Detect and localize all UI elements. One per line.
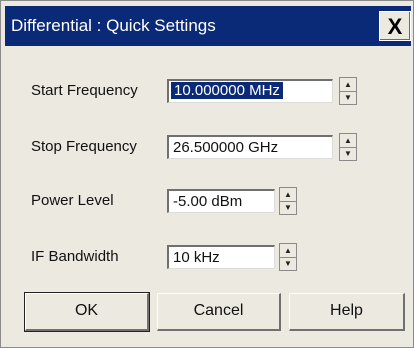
up-arrow-icon[interactable]: ▲ xyxy=(340,134,356,148)
ok-button[interactable]: OK xyxy=(24,292,150,332)
stop-frequency-value: 26.500000 GHz xyxy=(173,139,279,156)
close-button[interactable]: X xyxy=(379,11,411,41)
stop-frequency-label: Stop Frequency xyxy=(31,138,137,155)
if-bandwidth-value: 10 kHz xyxy=(173,249,220,266)
stop-frequency-stepper[interactable]: ▲ ▼ xyxy=(339,133,357,161)
up-arrow-icon[interactable]: ▲ xyxy=(280,244,296,258)
start-frequency-input[interactable]: 10.000000 MHz xyxy=(167,79,333,103)
power-level-label: Power Level xyxy=(31,192,114,209)
close-icon: X xyxy=(387,14,403,39)
dialog-title: Differential : Quick Settings xyxy=(11,16,216,35)
if-bandwidth-stepper[interactable]: ▲ ▼ xyxy=(279,243,297,271)
stop-frequency-input[interactable]: 26.500000 GHz xyxy=(167,135,333,159)
up-arrow-icon[interactable]: ▲ xyxy=(340,78,356,92)
down-arrow-icon[interactable]: ▼ xyxy=(280,201,296,214)
start-frequency-value: 10.000000 MHz xyxy=(171,82,283,99)
down-arrow-icon[interactable]: ▼ xyxy=(340,91,356,104)
down-arrow-icon[interactable]: ▼ xyxy=(340,147,356,160)
if-bandwidth-label: IF Bandwidth xyxy=(31,248,119,265)
power-level-input[interactable]: -5.00 dBm xyxy=(167,189,275,213)
if-bandwidth-input[interactable]: 10 kHz xyxy=(167,245,275,269)
title-bar[interactable]: Differential : Quick Settings X xyxy=(5,6,411,46)
up-arrow-icon[interactable]: ▲ xyxy=(280,188,296,202)
start-frequency-label: Start Frequency xyxy=(31,82,138,99)
down-arrow-icon[interactable]: ▼ xyxy=(280,257,296,270)
quick-settings-dialog: Differential : Quick Settings X Start Fr… xyxy=(0,0,414,348)
help-button[interactable]: Help xyxy=(289,293,405,331)
power-level-value: -5.00 dBm xyxy=(173,193,243,210)
start-frequency-stepper[interactable]: ▲ ▼ xyxy=(339,77,357,105)
power-level-stepper[interactable]: ▲ ▼ xyxy=(279,187,297,215)
cancel-button[interactable]: Cancel xyxy=(157,293,281,331)
